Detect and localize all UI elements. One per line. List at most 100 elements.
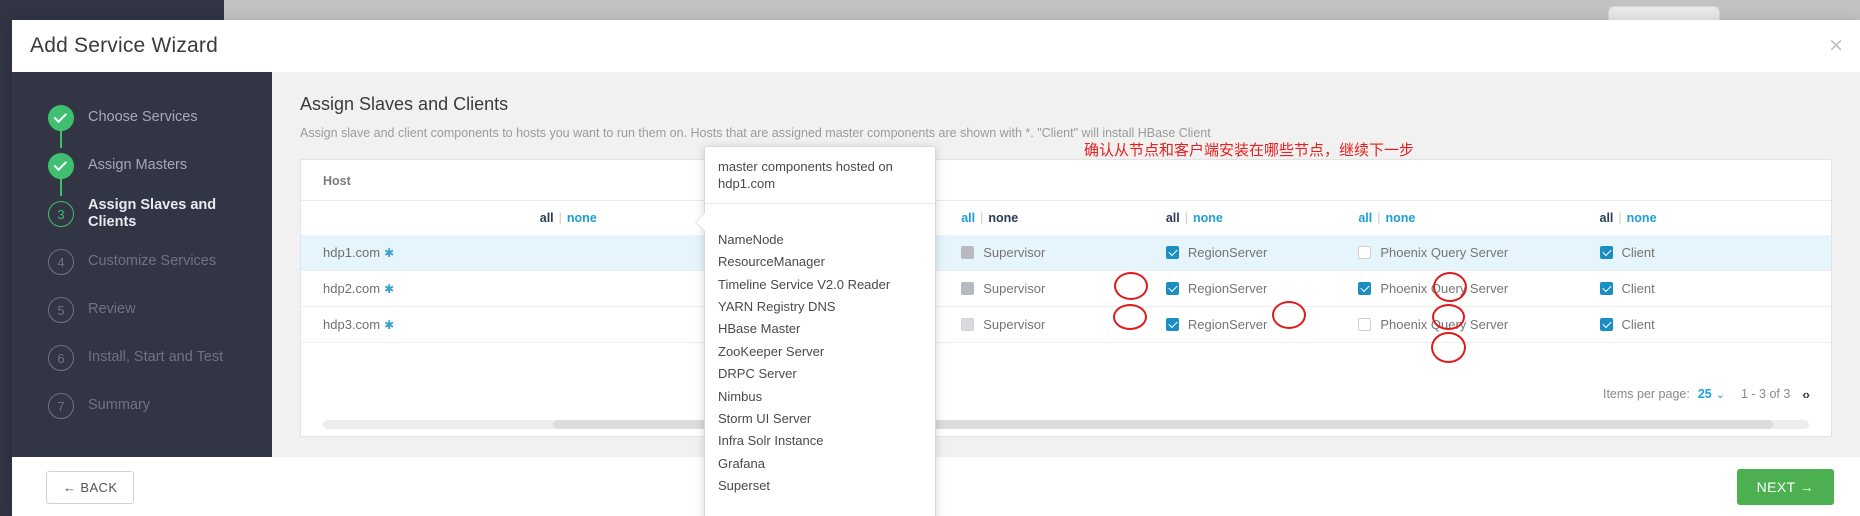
checkbox-supervisor[interactable] <box>961 246 975 259</box>
cell-supervisor[interactable]: Supervisor <box>961 306 1166 343</box>
checkbox-label-regionserver: RegionServer <box>1187 281 1268 296</box>
sidebar-item-label: Customize Services <box>88 253 217 270</box>
list-item: NameNode <box>718 231 784 247</box>
table-allnone-row: all | none all | none all | none all | n… <box>301 200 1831 235</box>
all-link-client[interactable]: all <box>1600 211 1614 225</box>
sidebar-item-summary[interactable]: 7 Summary <box>12 382 272 430</box>
browser-chrome-strip <box>0 0 1860 20</box>
next-page-button[interactable]: › <box>1806 387 1810 402</box>
none-link-client[interactable]: none <box>1627 211 1657 225</box>
list-item: Storm UI Server <box>718 411 812 427</box>
background-left-rail <box>0 20 12 516</box>
cell-regionserver[interactable]: RegionServer <box>1165 270 1359 307</box>
sidebar-item-assign-slaves-and-clients[interactable]: 3 Assign Slaves and Clients <box>12 190 272 238</box>
back-button[interactable]: ← BACK <box>46 470 135 504</box>
cell-client[interactable]: Client <box>1599 270 1831 307</box>
content-description: Assign slave and client components to ho… <box>300 126 1211 140</box>
list-item: Infra Solr Instance <box>718 433 824 449</box>
list-item: ResourceManager <box>718 254 825 270</box>
all-link-hidden[interactable]: all <box>540 211 554 225</box>
annotation-chinese-text: 确认从节点和客户端安装在哪些节点，继续下一步 <box>1084 141 1415 159</box>
page-root: Add Service Wizard × Choose Services Ass… <box>0 0 1860 516</box>
master-marker-icon[interactable]: ✱ <box>384 318 394 332</box>
allnone-cell-client: all | none <box>1599 200 1831 235</box>
sidebar-item-customize-services[interactable]: 4 Customize Services <box>12 238 272 286</box>
list-item: ZooKeeper Server <box>718 343 825 359</box>
checkbox-regionserver[interactable] <box>1165 318 1179 331</box>
sidebar-item-choose-services[interactable]: Choose Services <box>12 94 272 142</box>
allnone-links-regionserver: all | none <box>1166 211 1223 225</box>
checkbox-client[interactable] <box>1599 318 1613 331</box>
all-link-phoenix[interactable]: all <box>1358 211 1372 225</box>
list-item: Nimbus <box>718 388 763 404</box>
background-dark-strip <box>0 0 224 20</box>
step-number-7: 7 <box>48 393 74 419</box>
master-marker-icon[interactable]: ✱ <box>384 282 394 296</box>
items-per-page-label: Items per page: <box>1602 387 1690 401</box>
cell-regionserver[interactable]: RegionServer <box>1165 235 1359 271</box>
master-marker-icon[interactable]: ✱ <box>384 246 394 260</box>
allnone-separator: | <box>1618 211 1622 225</box>
sidebar-item-review[interactable]: 5 Review <box>12 286 272 334</box>
cell-client[interactable]: Client <box>1599 235 1831 271</box>
cell-phoenix-query-server[interactable]: Phoenix Query Server <box>1358 235 1600 271</box>
none-link-hidden[interactable]: none <box>567 211 597 225</box>
modal-body: Choose Services Assign Masters 3 Assign … <box>12 72 1860 516</box>
none-link-regionserver[interactable]: none <box>1193 211 1223 225</box>
list-item: Grafana <box>718 455 765 471</box>
chevron-down-icon[interactable]: ⌄ <box>1716 388 1725 401</box>
hosts-table-card: Host all | none all | none all | none al… <box>300 159 1832 437</box>
allnone-links-phoenix: all | none <box>1358 211 1415 225</box>
sidebar-item-label: Choose Services <box>88 109 198 126</box>
wizard-sidebar: Choose Services Assign Masters 3 Assign … <box>12 72 272 457</box>
checkbox-phoenix-query-server[interactable] <box>1358 282 1372 295</box>
none-link-phoenix[interactable]: none <box>1385 211 1415 225</box>
checkbox-supervisor[interactable] <box>961 282 975 295</box>
sidebar-item-label: Install, Start and Test <box>88 349 224 366</box>
checkbox-client[interactable] <box>1599 246 1613 259</box>
step-check-icon-2 <box>48 153 74 179</box>
checkbox-label-supervisor: Supervisor <box>983 281 1046 296</box>
sidebar-item-assign-masters[interactable]: Assign Masters <box>12 142 272 190</box>
table-row[interactable]: hdp3.com✱ NodeManager Supervisor <box>301 306 1831 343</box>
cell-phoenix-query-server[interactable]: Phoenix Query Server <box>1358 270 1600 307</box>
sidebar-item-label: Summary <box>88 397 151 414</box>
all-link-regionserver[interactable]: all <box>1166 211 1180 225</box>
checkbox-label-regionserver: RegionServer <box>1187 317 1268 332</box>
pagination-range: 1 - 3 of 3 <box>1740 387 1791 401</box>
cell-supervisor[interactable]: Supervisor <box>961 270 1166 307</box>
checkbox-client[interactable] <box>1599 282 1613 295</box>
all-link-supervisor[interactable]: all <box>961 211 975 225</box>
close-icon[interactable]: × <box>1828 36 1844 55</box>
column-header-spacer-5 <box>1358 160 1600 201</box>
table-header-row: Host <box>301 160 1831 201</box>
checkbox-supervisor[interactable] <box>961 318 975 331</box>
paginator: Items per page: 25 ⌄ 1 - 3 of 3 ‹ › <box>301 378 1831 410</box>
checkbox-label-client: Client <box>1621 245 1655 260</box>
table-row[interactable]: hdp1.com✱ NodeManager Supervisor <box>301 235 1831 271</box>
sidebar-item-install-start-and-test[interactable]: 6 Install, Start and Test <box>12 334 272 382</box>
allnone-cell-regionserver: all | none <box>1165 200 1359 235</box>
horizontal-scrollbar-track[interactable] <box>323 420 1809 429</box>
items-per-page-value[interactable]: 25 <box>1698 387 1712 401</box>
allnone-separator: | <box>980 211 984 225</box>
tooltip-component-list: NameNode ResourceManager Timeline Servic… <box>705 220 935 506</box>
host-cell: hdp3.com ✱ <box>301 306 540 343</box>
cell-regionserver[interactable]: RegionServer <box>1165 306 1359 343</box>
cell-supervisor[interactable]: Supervisor <box>961 235 1166 271</box>
none-link-supervisor[interactable]: none <box>988 211 1018 225</box>
checkbox-label-supervisor: Supervisor <box>983 317 1046 332</box>
host-cell: hdp1.com ✱ <box>301 235 540 271</box>
checkbox-regionserver[interactable] <box>1165 246 1179 259</box>
checkbox-phoenix-query-server[interactable] <box>1358 318 1372 331</box>
master-components-tooltip: master components hosted on hdp1.com Nam… <box>696 146 936 516</box>
next-button[interactable]: NEXT → <box>1736 469 1834 505</box>
table-row[interactable]: hdp2.com✱ NodeManager Supervisor <box>301 270 1831 307</box>
sidebar-item-label: Assign Masters <box>88 157 188 174</box>
checkbox-regionserver[interactable] <box>1165 282 1179 295</box>
wizard-content: Assign Slaves and Clients Assign slave a… <box>272 72 1860 516</box>
step-number-3: 3 <box>48 201 74 227</box>
cell-phoenix-query-server[interactable]: Phoenix Query Server <box>1358 306 1600 343</box>
cell-client[interactable]: Client <box>1599 306 1831 343</box>
checkbox-phoenix-query-server[interactable] <box>1358 246 1372 259</box>
